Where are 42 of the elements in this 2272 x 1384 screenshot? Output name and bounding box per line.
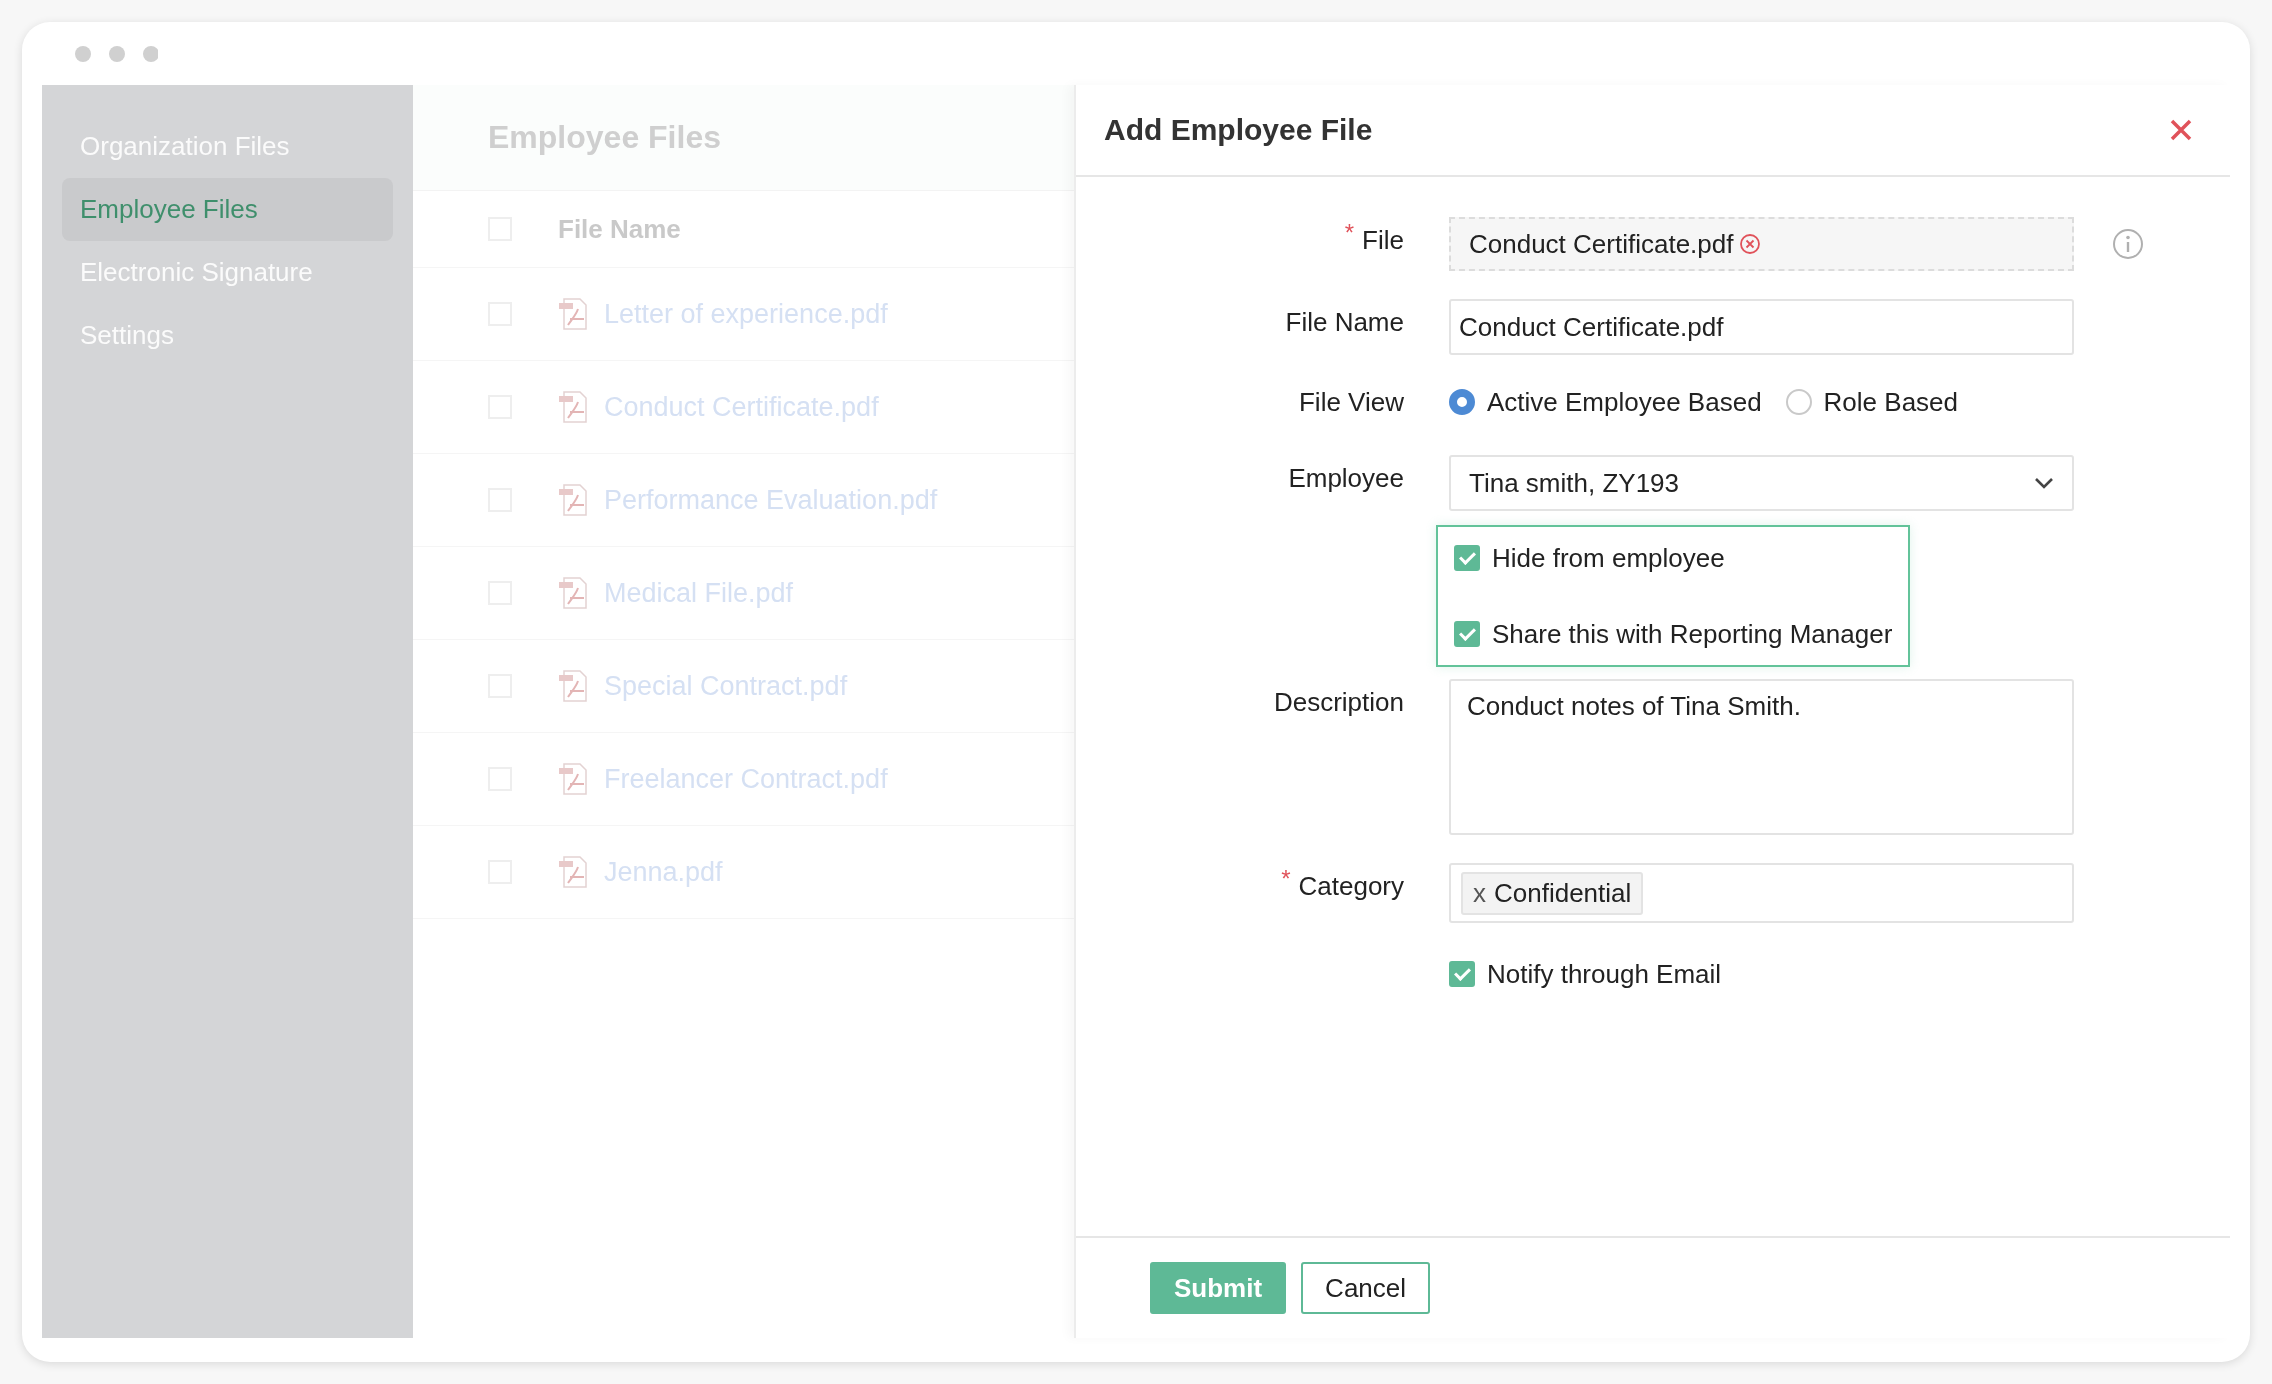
field-label: Description [1273,687,1404,718]
pdf-file-icon [558,483,590,517]
pdf-file-icon [558,576,590,610]
info-icon[interactable] [2112,228,2144,260]
checkbox[interactable] [1454,545,1480,571]
field-label: File [1362,225,1404,256]
employee-dropdown[interactable]: Tina smith, ZY193 [1449,455,2074,511]
description-field[interactable]: Conduct notes of Tina Smith. [1449,679,2074,835]
tag-label: Confidential [1494,877,1632,909]
dialog-title: Add Employee File [1104,113,1373,147]
pdf-file-icon [558,297,590,331]
field-label: Category [1298,871,1404,902]
radio-option[interactable]: Role Based [1785,386,1958,418]
radio-label: Role Based [1823,386,1958,418]
sidebar-item[interactable]: Employee Files [62,178,393,241]
required-mark: * [1281,865,1291,893]
file-name-field[interactable]: Conduct Certificate.pdf [1449,299,2074,355]
category-field[interactable]: x Confidential [1449,863,2074,923]
pdf-file-icon [558,390,590,424]
pdf-file-icon [558,669,590,703]
remove-icon[interactable] [1739,233,1762,255]
radio-button[interactable] [1449,389,1475,415]
remove-tag[interactable]: x [1473,877,1486,909]
required-mark: * [1344,219,1355,247]
pdf-file-icon [558,855,590,889]
close-icon[interactable] [2170,119,2192,141]
field-label: File View [1299,387,1404,418]
chevron-down-icon [2034,477,2054,489]
checkbox-label: Share this with Reporting Manager [1492,618,1893,650]
field-label: File Name [1285,307,1404,338]
checkbox-label: Notify through Email [1487,958,1722,990]
checkbox[interactable] [1449,961,1475,987]
field-label: Employee [1288,463,1404,494]
pdf-file-icon [558,762,590,796]
window-controls-icon [74,44,158,63]
file-upload-field[interactable]: Conduct Certificate.pdf [1449,217,2074,271]
file-name-text: Conduct Certificate.pdf [1469,228,1734,260]
checkbox-label: Hide from employee [1492,542,1725,574]
submit-button[interactable]: Submit [1150,1262,1287,1314]
cancel-button[interactable]: Cancel [1301,1262,1431,1314]
checkbox[interactable] [1454,621,1480,647]
radio-button[interactable] [1785,389,1812,415]
